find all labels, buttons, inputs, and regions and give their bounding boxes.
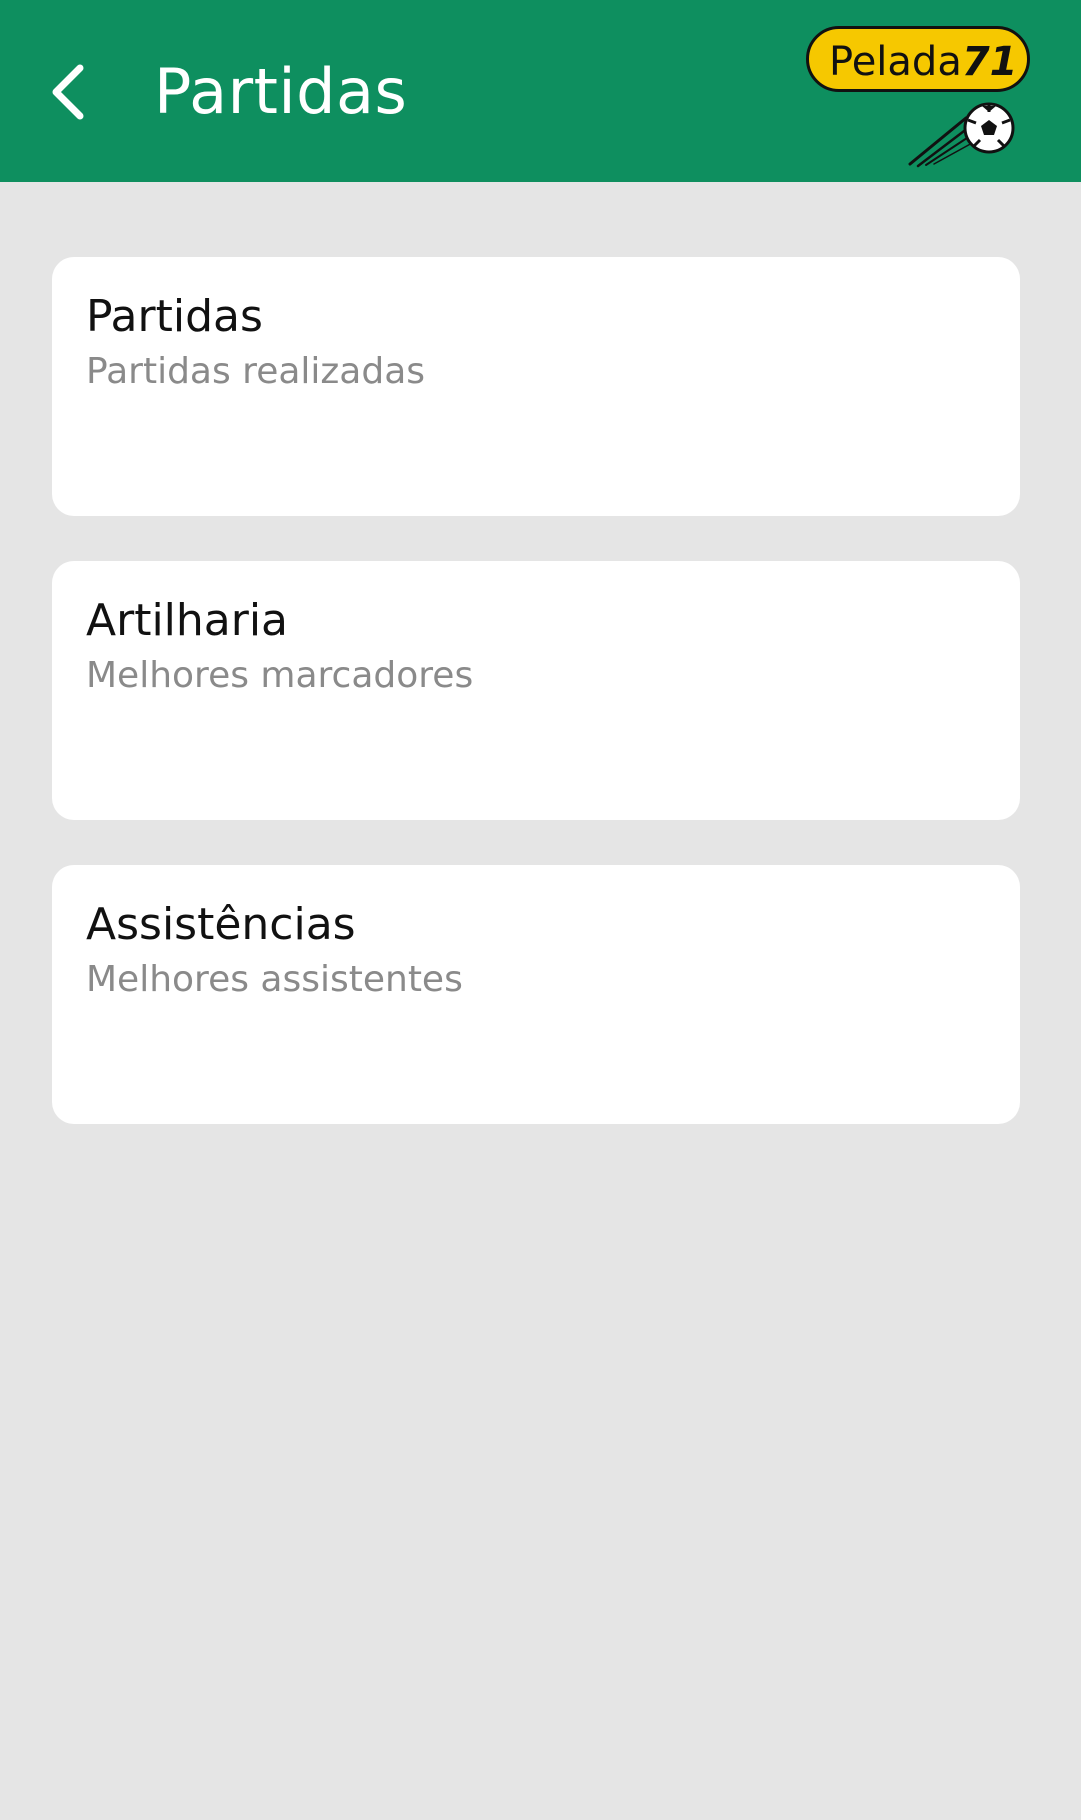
back-button[interactable] (40, 52, 100, 132)
card-title: Artilharia (86, 595, 289, 646)
card-title: Partidas (86, 291, 263, 342)
menu-list: Partidas Partidas realizadas Artilharia … (52, 257, 1020, 1169)
app-bar: Partidas Pelada71 (0, 0, 1081, 182)
card-subtitle: Melhores assistentes (86, 959, 463, 1000)
page-title: Partidas (154, 55, 408, 128)
pelada71-logo: Pelada71 (804, 24, 1034, 168)
card-subtitle: Melhores marcadores (86, 655, 474, 696)
card-assistencias[interactable]: Assistências Melhores assistentes (52, 865, 1020, 1124)
soccer-ball-icon (908, 102, 1015, 168)
card-subtitle: Partidas realizadas (86, 351, 426, 392)
card-artilharia[interactable]: Artilharia Melhores marcadores (52, 561, 1020, 820)
chevron-left-icon (52, 64, 84, 120)
card-partidas[interactable]: Partidas Partidas realizadas (52, 257, 1020, 516)
card-title: Assistências (86, 899, 356, 950)
